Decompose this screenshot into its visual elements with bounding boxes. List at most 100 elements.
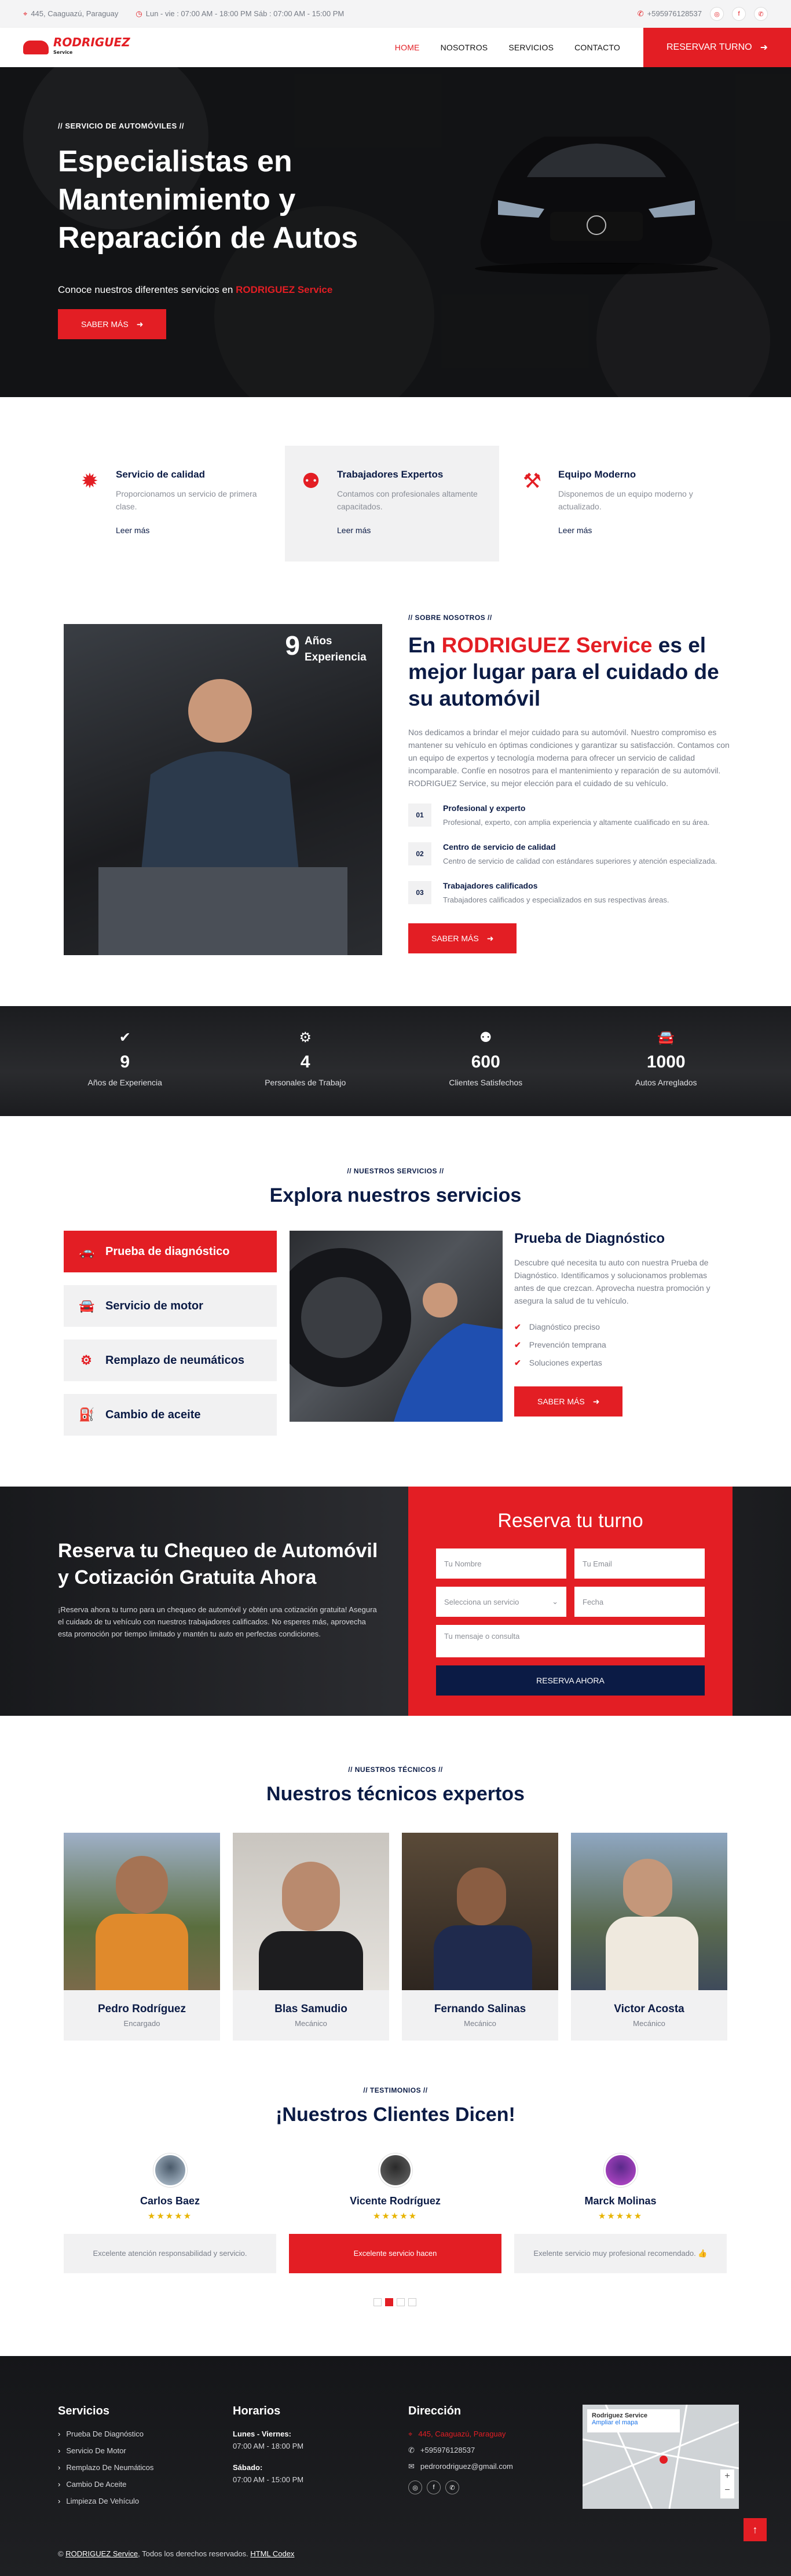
team-heading: // NUESTROS TÉCNICOS // Nuestros técnico… xyxy=(266,1766,525,1805)
service-checklist: ✔ Diagnóstico preciso ✔ Prevención tempran… xyxy=(514,1322,606,1367)
carousel-dot[interactable] xyxy=(385,2298,393,2306)
booking-section: Reserva tu Chequeo de Automóvil y Cotiza… xyxy=(0,1487,791,1716)
phone-icon: ✆ xyxy=(408,2446,415,2454)
map-zoom-controls[interactable]: + − xyxy=(720,2469,734,2498)
carousel-dot[interactable] xyxy=(373,2298,382,2306)
check-icon: ✔ xyxy=(514,1358,521,1367)
hero-subtitle: Conoce nuestros diferentes servicios en … xyxy=(58,284,333,295)
service-select[interactable]: Selecciona un servicio ⌄ xyxy=(436,1587,566,1617)
google-map-embed[interactable]: Rodriguez Service Ampliar el mapa + − xyxy=(583,2405,739,2509)
about-point: 01 Profesional y experto Profesional, expe… xyxy=(408,803,733,828)
avatar xyxy=(603,2153,638,2187)
about-learn-more-button[interactable]: SABER MÁS ➜ xyxy=(408,923,517,953)
team-member-photo xyxy=(64,1833,220,1990)
carousel-dot[interactable] xyxy=(408,2298,416,2306)
chevron-down-icon: ⌄ xyxy=(552,1597,558,1606)
team-grid: Pedro Rodríguez Encargado Blas Samudio Mec… xyxy=(64,1833,727,2041)
read-more-link[interactable]: Leer más xyxy=(558,526,709,535)
nav-contacto[interactable]: CONTACTO xyxy=(564,43,631,52)
date-input[interactable]: Fecha xyxy=(574,1587,705,1617)
services-tab-list: 🚗 Prueba de diagnóstico 🚘 Servicio de moto… xyxy=(64,1231,277,1448)
hero-tag: // SERVICIO DE AUTOMÓVILES // xyxy=(58,122,184,130)
testimonial-card: Vicente Rodríguez ★★★★★ Excelente servic… xyxy=(289,2153,501,2273)
about-text: Nos dedicamos a brindar el mejor cuidado… xyxy=(408,728,730,788)
years-badge: 9 Años Experiencia xyxy=(285,630,367,663)
hero-title: Especialistas en Mantenimiento y Reparac… xyxy=(58,145,358,255)
service-tab-engine[interactable]: 🚘 Servicio de motor xyxy=(64,1285,277,1327)
tools-icon: ⚒ xyxy=(522,469,542,493)
hero-car-image xyxy=(475,137,718,274)
users-gear-icon: ⚙ xyxy=(299,1030,312,1045)
brand-logo[interactable]: RODRIGUEZ Service xyxy=(23,36,130,58)
name-input[interactable]: Tu Nombre xyxy=(436,1548,566,1579)
stat-item: ✔ 9 Años de Experiencia xyxy=(53,1006,197,1116)
footer-link[interactable]: Limpieza De Vehículo xyxy=(58,2497,153,2505)
service-tab-diagnostic[interactable]: 🚗 Prueba de diagnóstico xyxy=(64,1231,277,1272)
features-row: ✹ Servicio de calidad Proporcionamos un s… xyxy=(64,446,727,562)
hours-info: ◷ Lun - vie : 07:00 AM - 18:00 PM Sáb : 0… xyxy=(136,9,345,18)
footer: Servicios Prueba De Diagnóstico Servicio… xyxy=(0,2356,791,2576)
footer-link[interactable]: Cambio De Aceite xyxy=(58,2480,153,2489)
read-more-link[interactable]: Leer más xyxy=(337,526,488,535)
star-rating: ★★★★★ xyxy=(372,2211,418,2221)
phone-info[interactable]: ✆ +595976128537 xyxy=(638,9,702,19)
about-point: 03 Trabajadores calificados Trabajadores c… xyxy=(408,881,733,906)
testimonials-heading: // TESTIMONIOS // ¡Nuestros Clientes Dic… xyxy=(276,2086,515,2126)
mechanic-image: 9 Años Experiencia xyxy=(64,624,382,955)
reserve-turn-button[interactable]: RESERVAR TURNO ➜ xyxy=(643,28,791,67)
footer-link[interactable]: Remplazo De Neumáticos xyxy=(58,2463,153,2472)
users-icon: ⚉ xyxy=(479,1030,492,1045)
mechanic-tire-photo xyxy=(290,1248,503,1422)
cog-icon: ⚙ xyxy=(80,1353,92,1367)
users-icon: ⚉ xyxy=(301,469,321,493)
nav-home[interactable]: HOME xyxy=(384,43,430,52)
arrow-right-icon: ➜ xyxy=(592,1396,600,1406)
services-heading: // NUESTROS SERVICIOS // Explora nuestro… xyxy=(269,1167,522,1206)
phone-icon: ✆ xyxy=(637,9,644,18)
arrow-right-icon: ➜ xyxy=(136,319,144,329)
testimonials-carousel: Carlos Baez ★★★★★ Excelente atención res… xyxy=(64,2153,727,2273)
facebook-icon[interactable]: f xyxy=(732,7,746,21)
star-rating: ★★★★★ xyxy=(598,2211,643,2221)
arrow-right-icon: ➜ xyxy=(760,43,768,53)
nav-nosotros[interactable]: NOSOTROS xyxy=(430,43,499,52)
footer-link[interactable]: Prueba De Diagnóstico xyxy=(58,2430,153,2438)
footer-link[interactable]: Servicio De Motor xyxy=(58,2446,153,2455)
carousel-dot[interactable] xyxy=(397,2298,405,2306)
whatsapp-icon[interactable]: ✆ xyxy=(445,2480,459,2494)
team-member-card: Fernando Salinas Mecánico xyxy=(402,1833,558,2041)
footer-services: Servicios Prueba De Diagnóstico Servicio… xyxy=(58,2405,153,2513)
star-rating: ★★★★★ xyxy=(147,2211,193,2221)
carousel-dots xyxy=(373,2298,416,2306)
map-info-card: Rodriguez Service Ampliar el mapa xyxy=(587,2409,680,2432)
email-input[interactable]: Tu Email xyxy=(574,1548,705,1579)
nav-menu: HOME NOSOTROS SERVICIOS CONTACTO RESERVA… xyxy=(384,28,791,67)
car-logo-icon xyxy=(23,41,49,54)
service-learn-more-button[interactable]: SABER MÁS ➜ xyxy=(514,1386,623,1417)
team-member-photo xyxy=(402,1833,558,1990)
facebook-icon[interactable]: f xyxy=(427,2480,441,2494)
message-textarea[interactable]: Tu mensaje o consulta xyxy=(436,1625,705,1657)
team-member-photo xyxy=(233,1833,389,1990)
service-tab-oil[interactable]: ⛽ Cambio de aceite xyxy=(64,1394,277,1436)
back-to-top-button[interactable]: ↑ xyxy=(744,2518,767,2541)
arrow-up-icon: ↑ xyxy=(752,2523,758,2535)
whatsapp-icon[interactable]: ✆ xyxy=(754,7,768,21)
nav-servicios[interactable]: SERVICIOS xyxy=(498,43,564,52)
hero-learn-more-button[interactable]: SABER MÁS ➜ xyxy=(58,309,167,339)
instagram-icon[interactable]: ◎ xyxy=(710,7,724,21)
stat-item: ⚙ 4 Personales de Trabajo xyxy=(233,1006,378,1116)
stats-section: ✔ 9 Años de Experiencia ⚙ 4 Personales de Tr… xyxy=(0,1006,791,1116)
check-icon: ✔ xyxy=(514,1322,521,1331)
main-navbar: RODRIGUEZ Service HOME NOSOTROS SERVICIOS… xyxy=(0,28,791,67)
car-icon: 🚘 xyxy=(657,1030,675,1045)
avatar xyxy=(378,2153,412,2187)
read-more-link[interactable]: Leer más xyxy=(116,526,266,535)
instagram-icon[interactable]: ◎ xyxy=(408,2480,422,2494)
stat-item: 🚘 1000 Autos Arreglados xyxy=(594,1006,738,1116)
check-icon: ✔ xyxy=(514,1340,521,1349)
team-member-card: Victor Acosta Mecánico xyxy=(571,1833,727,2041)
service-tab-tires[interactable]: ⚙ Remplazo de neumáticos xyxy=(64,1340,277,1381)
booking-text: ¡Reserva ahora tu turno para un chequeo … xyxy=(58,1605,377,1638)
booking-submit-button[interactable]: RESERVA AHORA xyxy=(436,1665,705,1696)
